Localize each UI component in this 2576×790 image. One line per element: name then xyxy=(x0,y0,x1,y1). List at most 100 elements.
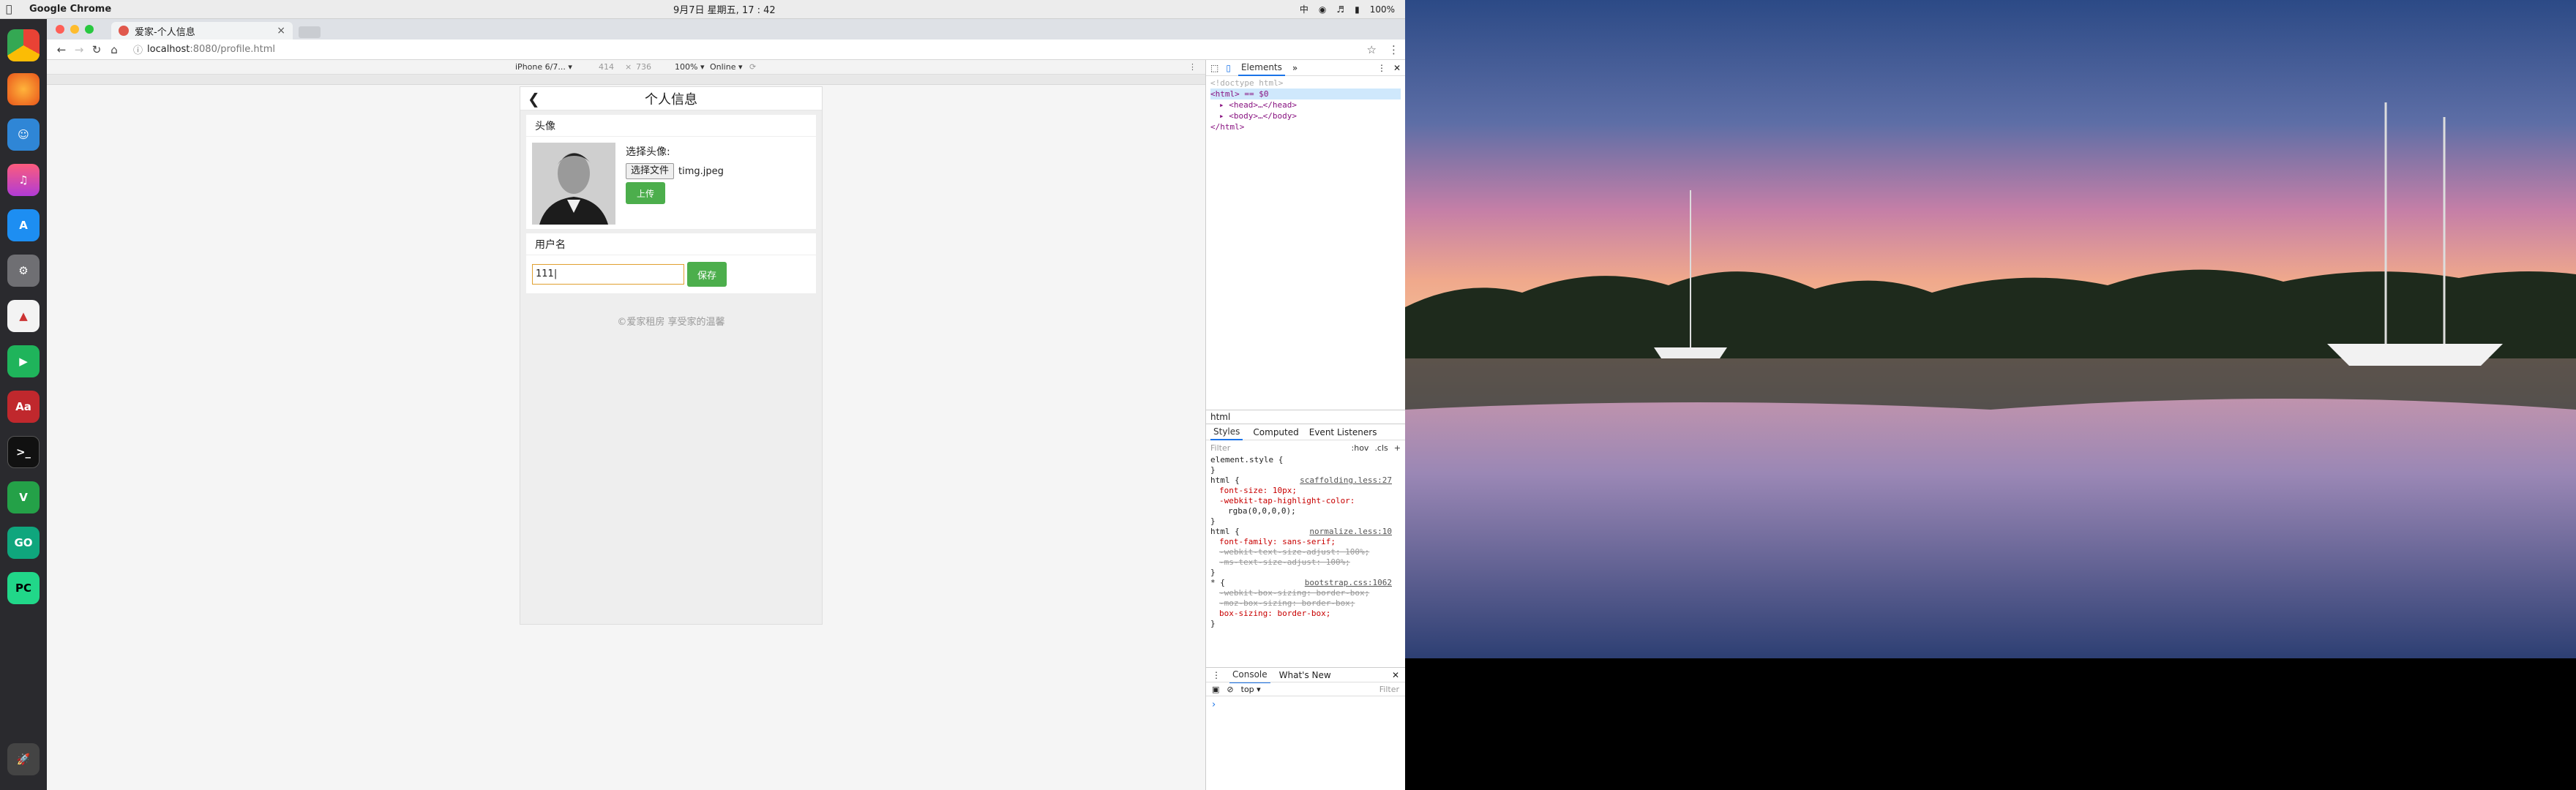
context-select[interactable]: top ▾ xyxy=(1241,685,1261,694)
goland-icon[interactable]: GO xyxy=(7,527,40,559)
html-close-node[interactable]: </html> xyxy=(1210,121,1401,132)
head-node[interactable]: ▸ <head>…</head> xyxy=(1210,99,1401,110)
tab-console[interactable]: Console xyxy=(1229,667,1270,683)
close-drawer-icon[interactable]: ✕ xyxy=(1392,670,1399,680)
zoom-window-button[interactable] xyxy=(85,25,94,34)
console-prompt[interactable]: › xyxy=(1212,699,1216,710)
device-width[interactable]: 414 xyxy=(599,62,614,72)
choose-file-button[interactable]: 选择文件 xyxy=(626,163,675,179)
preview-icon[interactable]: ▲ xyxy=(7,300,40,332)
console-sidebar-icon[interactable]: ▣ xyxy=(1212,685,1219,694)
rule-line[interactable]: font-family: sans-serif; xyxy=(1210,537,1392,547)
rule-line[interactable]: -moz-box-sizing: border-box; xyxy=(1210,598,1392,609)
username-card: 用户名 111| 保存 xyxy=(526,233,816,293)
back-arrow-icon[interactable]: ← xyxy=(53,43,70,56)
media-query-bar[interactable] xyxy=(47,75,1205,85)
close-devtools-icon[interactable]: ✕ xyxy=(1393,63,1401,73)
zoom-select[interactable]: 100% ▾ xyxy=(675,62,704,72)
breadcrumb[interactable]: html xyxy=(1206,410,1405,424)
add-rule-icon[interactable]: + xyxy=(1394,443,1401,453)
new-tab-button[interactable] xyxy=(299,26,321,38)
reload-icon[interactable]: ↻ xyxy=(88,43,105,56)
tab-whats-new[interactable]: What's New xyxy=(1279,670,1331,680)
chrome-icon[interactable] xyxy=(7,29,40,61)
save-button[interactable]: 保存 xyxy=(687,262,727,287)
app-name[interactable]: Google Chrome xyxy=(29,4,111,15)
minimize-window-button[interactable] xyxy=(70,25,79,34)
rule-line: } xyxy=(1210,465,1216,475)
battery-icon[interactable]: ▮ xyxy=(1355,4,1360,15)
more-tabs-icon[interactable]: » xyxy=(1292,63,1298,73)
rule-line: } xyxy=(1210,516,1216,526)
username-input[interactable]: 111| xyxy=(532,264,684,285)
apple-icon[interactable]:  xyxy=(6,4,22,15)
volume-icon[interactable]: ♬ xyxy=(1336,4,1344,15)
rule-source-link[interactable]: scaffolding.less:27 xyxy=(1300,475,1392,486)
network-select[interactable]: Online ▾ xyxy=(710,62,743,72)
drawer-menu-icon[interactable]: ⋮ xyxy=(1212,670,1221,680)
choose-avatar-label: 选择头像: xyxy=(626,146,670,158)
chrome-menu-icon[interactable]: ⋮ xyxy=(1388,43,1399,56)
input-method-icon[interactable]: 中 xyxy=(1300,3,1308,15)
rule-source-link[interactable]: normalize.less:10 xyxy=(1309,527,1392,537)
device-toggle-icon[interactable]: ▯ xyxy=(1226,63,1231,73)
rule-line[interactable]: rgba(0,0,0,0); xyxy=(1210,506,1392,516)
hov-toggle[interactable]: :hov xyxy=(1352,443,1369,453)
rule-line[interactable]: -webkit-box-sizing: border-box; xyxy=(1210,588,1392,598)
rule-line: html {scaffolding.less:27 xyxy=(1210,475,1392,486)
doctype-node[interactable]: <!doctype html> xyxy=(1210,78,1401,89)
avatar-card: 头像 选择头像: 选择文件 timg.jpeg 上传 xyxy=(526,115,816,229)
vim-icon[interactable]: V xyxy=(7,481,40,514)
pycharm-icon[interactable]: PC xyxy=(7,572,40,604)
device-more-icon[interactable]: ⋮ xyxy=(1188,62,1197,72)
rotate-icon[interactable]: ⟳ xyxy=(749,62,756,72)
page-footer: ©爱家租房 享受家的温馨 xyxy=(617,317,725,328)
rule-line[interactable]: -webkit-tap-highlight-color: xyxy=(1210,496,1392,506)
tab-computed[interactable]: Computed xyxy=(1253,427,1298,437)
inspect-icon[interactable]: ⬚ xyxy=(1210,63,1218,73)
terminal-icon[interactable]: >_ xyxy=(7,436,40,468)
rule-line[interactable]: box-sizing: border-box; xyxy=(1210,609,1392,619)
rule-line[interactable]: font-size: 10px; xyxy=(1210,486,1392,496)
home-icon[interactable]: ⌂ xyxy=(105,43,123,56)
system-preferences-icon[interactable]: ⚙ xyxy=(7,255,40,287)
player-icon[interactable]: ▶ xyxy=(7,345,40,377)
back-chevron-icon[interactable]: ❮ xyxy=(528,90,540,108)
finder-icon[interactable]: ☺ xyxy=(7,118,40,151)
body-node[interactable]: ▸ <body>…</body> xyxy=(1210,110,1401,121)
upload-button[interactable]: 上传 xyxy=(626,182,665,204)
cls-toggle[interactable]: .cls xyxy=(1374,443,1388,453)
bookmark-star-icon[interactable]: ☆ xyxy=(1367,43,1377,56)
menu-bar:  Google Chrome 9月7日 星期五, 17 : 42 中 ◉ ♬ … xyxy=(0,0,1405,19)
app-store-icon[interactable]: A xyxy=(7,209,40,241)
devtools-menu-icon[interactable]: ⋮ xyxy=(1377,63,1386,73)
tab-elements[interactable]: Elements xyxy=(1238,60,1285,76)
launchpad-icon[interactable]: 🚀 xyxy=(7,743,40,775)
rule-line[interactable]: -ms-text-size-adjust: 100%; xyxy=(1210,557,1392,568)
console-filter-input[interactable]: Filter xyxy=(1379,685,1399,694)
rule-line[interactable]: -webkit-text-size-adjust: 100%; xyxy=(1210,547,1392,557)
address-bar[interactable]: ⓘ localhost :8080/profile.html xyxy=(129,41,1358,58)
wifi-icon[interactable]: ◉ xyxy=(1319,4,1326,15)
menubar-clock[interactable]: 9月7日 星期五, 17 : 42 xyxy=(673,2,776,16)
dictionary-icon[interactable]: Aa xyxy=(7,391,40,423)
close-window-button[interactable] xyxy=(56,25,64,34)
rule-line: * {bootstrap.css:1062 xyxy=(1210,578,1392,588)
forward-arrow-icon[interactable]: → xyxy=(70,43,88,56)
styles-filter-input[interactable]: Filter xyxy=(1210,443,1230,453)
url-path: :8080/profile.html xyxy=(190,44,276,55)
tab-event-listeners[interactable]: Event Listeners xyxy=(1309,427,1377,437)
device-select[interactable]: iPhone 6/7... ▾ xyxy=(515,62,572,72)
close-tab-icon[interactable]: × xyxy=(277,25,285,37)
dock: ☺ ♫ A ⚙ ▲ ▶ Aa >_ V GO PC 🚀 xyxy=(0,19,47,790)
tab-profile[interactable]: 爱家-个人信息 × xyxy=(111,22,293,40)
html-node[interactable]: <html> == $0 xyxy=(1210,89,1401,99)
tab-styles[interactable]: Styles xyxy=(1210,424,1243,440)
dimension-separator: × xyxy=(625,62,632,72)
firefox-icon[interactable] xyxy=(7,73,40,105)
clear-console-icon[interactable]: ⊘ xyxy=(1227,685,1233,694)
info-icon[interactable]: ⓘ xyxy=(133,42,143,56)
rule-source-link[interactable]: bootstrap.css:1062 xyxy=(1305,578,1392,588)
device-height[interactable]: 736 xyxy=(636,62,651,72)
music-icon[interactable]: ♫ xyxy=(7,164,40,196)
